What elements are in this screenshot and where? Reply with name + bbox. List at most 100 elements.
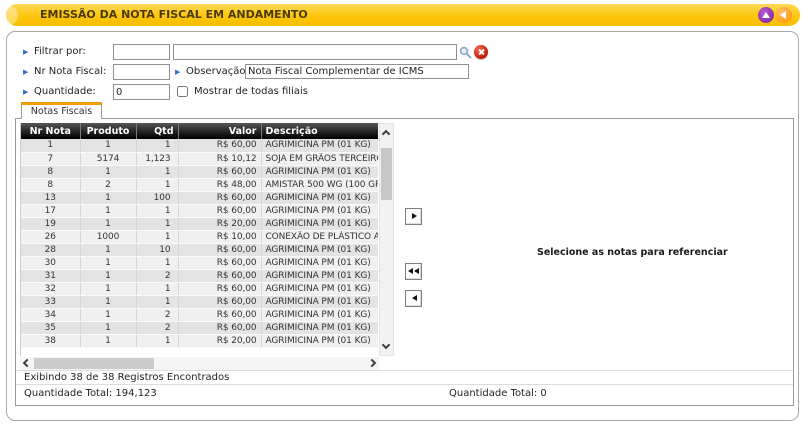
table-cell: AGRIMICINA PM (01 KG)	[261, 269, 378, 282]
mostrar-todas-filiais-checkbox[interactable]	[177, 86, 188, 97]
table-cell: R$ 10,12	[178, 152, 261, 165]
search-icon[interactable]	[459, 46, 472, 59]
arrow-right-icon	[412, 213, 417, 219]
table-cell: AGRIMICINA PM (01 KG)	[261, 243, 378, 256]
column-header[interactable]: Qtd	[136, 123, 178, 139]
table-cell: 31	[21, 269, 80, 282]
notas-table-viewport: Nr NotaProdutoQtdValorDescrição 111R$ 60…	[20, 123, 378, 356]
table-cell: AGRIMICINA PM (01 KG)	[261, 139, 378, 152]
column-header[interactable]: Nr Nota	[21, 123, 80, 139]
table-cell: 1	[136, 217, 178, 230]
double-arrow-left-icon	[414, 268, 419, 274]
table-cell: 2	[136, 269, 178, 282]
table-cell: 1	[136, 204, 178, 217]
table-row[interactable]: 28110R$ 60,00AGRIMICINA PM (01 KG)	[21, 243, 378, 256]
table-cell: 1	[136, 256, 178, 269]
filtrar-por-label: Filtrar por:	[34, 44, 86, 60]
quantidade-input[interactable]	[113, 84, 170, 100]
observacao-input[interactable]	[245, 64, 469, 79]
quantity-total-left: Quantidade Total: 194,123	[24, 387, 157, 401]
scroll-up-icon[interactable]	[382, 130, 390, 138]
page-title: EMISSÃO DA NOTA FISCAL EM ANDAMENTO	[40, 4, 308, 26]
move-selected-left-button[interactable]	[405, 290, 422, 307]
table-cell: 33	[21, 295, 80, 308]
main-container: ▶ Filtrar por: ▶ Nr Nota Fiscal: ▶ Obser…	[6, 31, 799, 421]
table-cell: 1	[136, 295, 178, 308]
table-row[interactable]: 3512R$ 60,00AGRIMICINA PM (01 KG)	[21, 321, 378, 334]
table-row[interactable]: 3112R$ 60,00AGRIMICINA PM (01 KG)	[21, 269, 378, 282]
vertical-scrollbar[interactable]	[379, 123, 394, 356]
table-row[interactable]: 751741,123R$ 10,12SOJA EM GRÃOS TERCEIRO…	[21, 152, 378, 165]
table-row[interactable]: 811R$ 60,00AGRIMICINA PM (01 KG)	[21, 165, 378, 178]
titlebar-decoration	[6, 6, 18, 25]
table-cell: R$ 60,00	[178, 308, 261, 321]
table-cell: R$ 60,00	[178, 243, 261, 256]
table-cell: 1	[80, 308, 136, 321]
double-arrow-left-icon	[408, 268, 413, 274]
table-cell: 13	[21, 191, 80, 204]
table-cell: 2	[80, 178, 136, 191]
table-row[interactable]: 2610001R$ 10,00CONEXÃO DE PLÁSTICO A T-T	[21, 230, 378, 243]
table-cell: R$ 60,00	[178, 282, 261, 295]
table-row[interactable]: 111R$ 60,00AGRIMICINA PM (01 KG)	[21, 139, 378, 152]
table-cell: 1	[21, 139, 80, 152]
table-cell: 10	[136, 243, 178, 256]
back-button[interactable]	[776, 7, 792, 23]
table-cell: 100	[136, 191, 178, 204]
column-header[interactable]: Descrição	[261, 123, 378, 139]
notas-table-body: 111R$ 60,00AGRIMICINA PM (01 KG)751741,1…	[21, 139, 378, 347]
table-cell: 8	[21, 178, 80, 191]
scroll-down-icon[interactable]	[382, 341, 390, 349]
horizontal-scroll-thumb[interactable]	[34, 358, 154, 369]
table-cell: R$ 60,00	[178, 269, 261, 282]
table-cell: 1	[80, 191, 136, 204]
table-row[interactable]: 3211R$ 60,00AGRIMICINA PM (01 KG)	[21, 282, 378, 295]
nr-nota-fiscal-input[interactable]	[113, 64, 170, 80]
table-row[interactable]: 1711R$ 60,00AGRIMICINA PM (01 KG)	[21, 204, 378, 217]
table-cell: 1000	[80, 230, 136, 243]
filtrar-por-text-input[interactable]	[173, 44, 457, 60]
table-cell: R$ 60,00	[178, 139, 261, 152]
table-cell: 7	[21, 152, 80, 165]
table-cell: R$ 60,00	[178, 191, 261, 204]
table-cell: 32	[21, 282, 80, 295]
table-cell: AGRIMICINA PM (01 KG)	[261, 282, 378, 295]
table-row[interactable]: 131100R$ 60,00AGRIMICINA PM (01 KG)	[21, 191, 378, 204]
column-header[interactable]: Valor	[178, 123, 261, 139]
move-selected-right-button[interactable]	[405, 208, 422, 225]
divider	[16, 370, 793, 371]
collapse-up-button[interactable]	[758, 7, 774, 23]
table-cell: 1	[80, 139, 136, 152]
nr-nota-fiscal-label: Nr Nota Fiscal:	[34, 64, 106, 80]
quantidade-label: Quantidade:	[34, 84, 96, 100]
table-cell: AGRIMICINA PM (01 KG)	[261, 204, 378, 217]
table-cell: AGRIMICINA PM (01 KG)	[261, 256, 378, 269]
table-cell: AGRIMICINA PM (01 KG)	[261, 308, 378, 321]
table-row[interactable]: 3311R$ 60,00AGRIMICINA PM (01 KG)	[21, 295, 378, 308]
table-cell: 1	[80, 217, 136, 230]
scroll-left-icon[interactable]	[23, 359, 31, 367]
clear-icon[interactable]	[474, 45, 488, 59]
horizontal-scrollbar[interactable]	[20, 357, 379, 370]
table-cell: 1	[136, 334, 178, 347]
table-row[interactable]: 1911R$ 20,00AGRIMICINA PM (01 KG)	[21, 217, 378, 230]
table-row[interactable]: 821R$ 48,00AMISTAR 500 WG (100 GR)	[21, 178, 378, 191]
table-cell: 34	[21, 308, 80, 321]
notas-panel: Nr NotaProdutoQtdValorDescrição 111R$ 60…	[15, 118, 794, 406]
table-cell: 35	[21, 321, 80, 334]
notas-table-header: Nr NotaProdutoQtdValorDescrição	[21, 123, 378, 139]
move-all-left-button[interactable]	[405, 263, 422, 280]
column-header[interactable]: Produto	[80, 123, 136, 139]
scroll-right-icon[interactable]	[368, 359, 376, 367]
table-cell: 28	[21, 243, 80, 256]
tab-notas-fiscais[interactable]: Notas Fiscais	[21, 102, 102, 119]
table-row[interactable]: 3011R$ 60,00AGRIMICINA PM (01 KG)	[21, 256, 378, 269]
window-titlebar: EMISSÃO DA NOTA FISCAL EM ANDAMENTO	[6, 4, 800, 26]
table-row[interactable]: 3811R$ 20,00AGRIMICINA PM (01 KG)	[21, 334, 378, 347]
arrow-left-icon	[412, 295, 417, 301]
vertical-scroll-thumb[interactable]	[381, 148, 392, 200]
table-cell: R$ 10,00	[178, 230, 261, 243]
filtrar-por-code-input[interactable]	[113, 44, 170, 60]
mostrar-todas-filiais-label: Mostrar de todas filiais	[194, 84, 308, 100]
table-row[interactable]: 3412R$ 60,00AGRIMICINA PM (01 KG)	[21, 308, 378, 321]
